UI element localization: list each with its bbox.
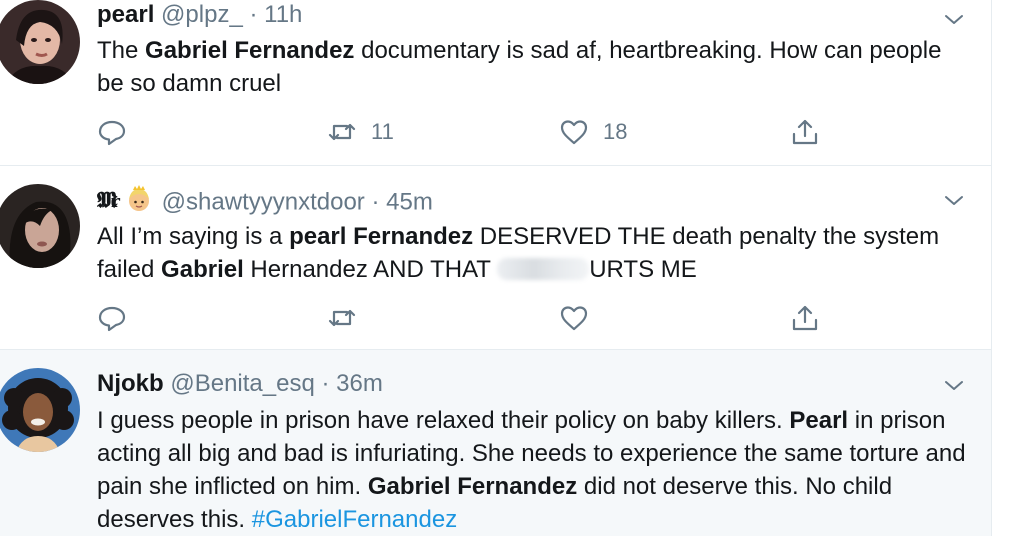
retweet-icon — [328, 309, 356, 327]
tweet-card[interactable]: pearl @plpz_ · 11h The Gabriel Fernandez… — [0, 0, 991, 166]
tweet-text: All I’m saying is a pearl Fernandez DESE… — [97, 223, 940, 283]
avatar[interactable] — [0, 0, 80, 84]
display-name[interactable]: Njokb — [97, 370, 164, 397]
timeline-feed: pearl @plpz_ · 11h The Gabriel Fernandez… — [0, 0, 992, 536]
avatar[interactable] — [0, 184, 80, 268]
blurred-text — [497, 258, 590, 280]
chevron-down-icon[interactable] — [942, 374, 966, 398]
share-icon — [792, 305, 818, 331]
tweet-text: I guess people in prison have relaxed th… — [97, 407, 966, 533]
hashtag-link[interactable]: #GabrielFernandez — [252, 506, 457, 533]
retweet-button[interactable]: 11 — [327, 114, 394, 150]
tweet-card[interactable]: Njokb @Benita_esq · 36m I guess people i… — [0, 350, 991, 536]
tweet-header: 𝕸 r @shawtyyynxtdoor · 45m — [96, 185, 433, 221]
separator-dot: · — [321, 370, 330, 397]
timestamp[interactable]: 36m — [336, 370, 383, 397]
display-name[interactable]: 𝕸 r — [96, 185, 155, 221]
user-handle[interactable]: @shawtyyynxtdoor — [162, 188, 365, 215]
timestamp[interactable]: 45m — [386, 188, 433, 215]
avatar[interactable] — [0, 368, 80, 452]
name-emoji-icon: 𝕸 r — [96, 185, 149, 213]
tweet-card[interactable]: 𝕸 r @shawtyyynxtdoor · 45m All I’m sayin… — [0, 166, 991, 350]
like-button[interactable] — [559, 300, 603, 336]
reply-button[interactable] — [97, 114, 141, 150]
chevron-down-icon[interactable] — [942, 8, 966, 32]
separator-dot: · — [249, 1, 258, 28]
retweet-icon — [328, 123, 356, 141]
reply-icon — [98, 120, 126, 146]
share-button[interactable] — [790, 114, 820, 150]
reply-icon — [98, 306, 126, 332]
tweet-actions: 11 18 — [97, 114, 837, 150]
user-handle[interactable]: @Benita_esq — [170, 370, 314, 397]
retweet-button[interactable] — [327, 300, 371, 336]
share-button[interactable] — [790, 300, 820, 336]
svg-text:r: r — [111, 192, 121, 212]
tweet-header: pearl @plpz_ · 11h — [97, 0, 302, 30]
share-icon — [792, 119, 818, 145]
like-button[interactable]: 18 — [559, 114, 627, 150]
heart-icon — [560, 306, 588, 331]
retweet-count: 11 — [371, 119, 394, 144]
tweet-text: The Gabriel Fernandez documentary is sad… — [97, 37, 942, 97]
like-count: 18 — [603, 119, 628, 144]
display-name[interactable]: pearl — [97, 1, 154, 28]
timestamp[interactable]: 11h — [264, 1, 302, 28]
separator-dot: · — [371, 188, 380, 216]
chevron-down-icon[interactable] — [942, 189, 966, 213]
user-handle[interactable]: @plpz_ — [161, 1, 243, 28]
tweet-actions — [97, 300, 837, 336]
tweet-header: Njokb @Benita_esq · 36m — [97, 369, 383, 399]
heart-icon — [560, 120, 588, 145]
reply-button[interactable] — [97, 300, 141, 336]
